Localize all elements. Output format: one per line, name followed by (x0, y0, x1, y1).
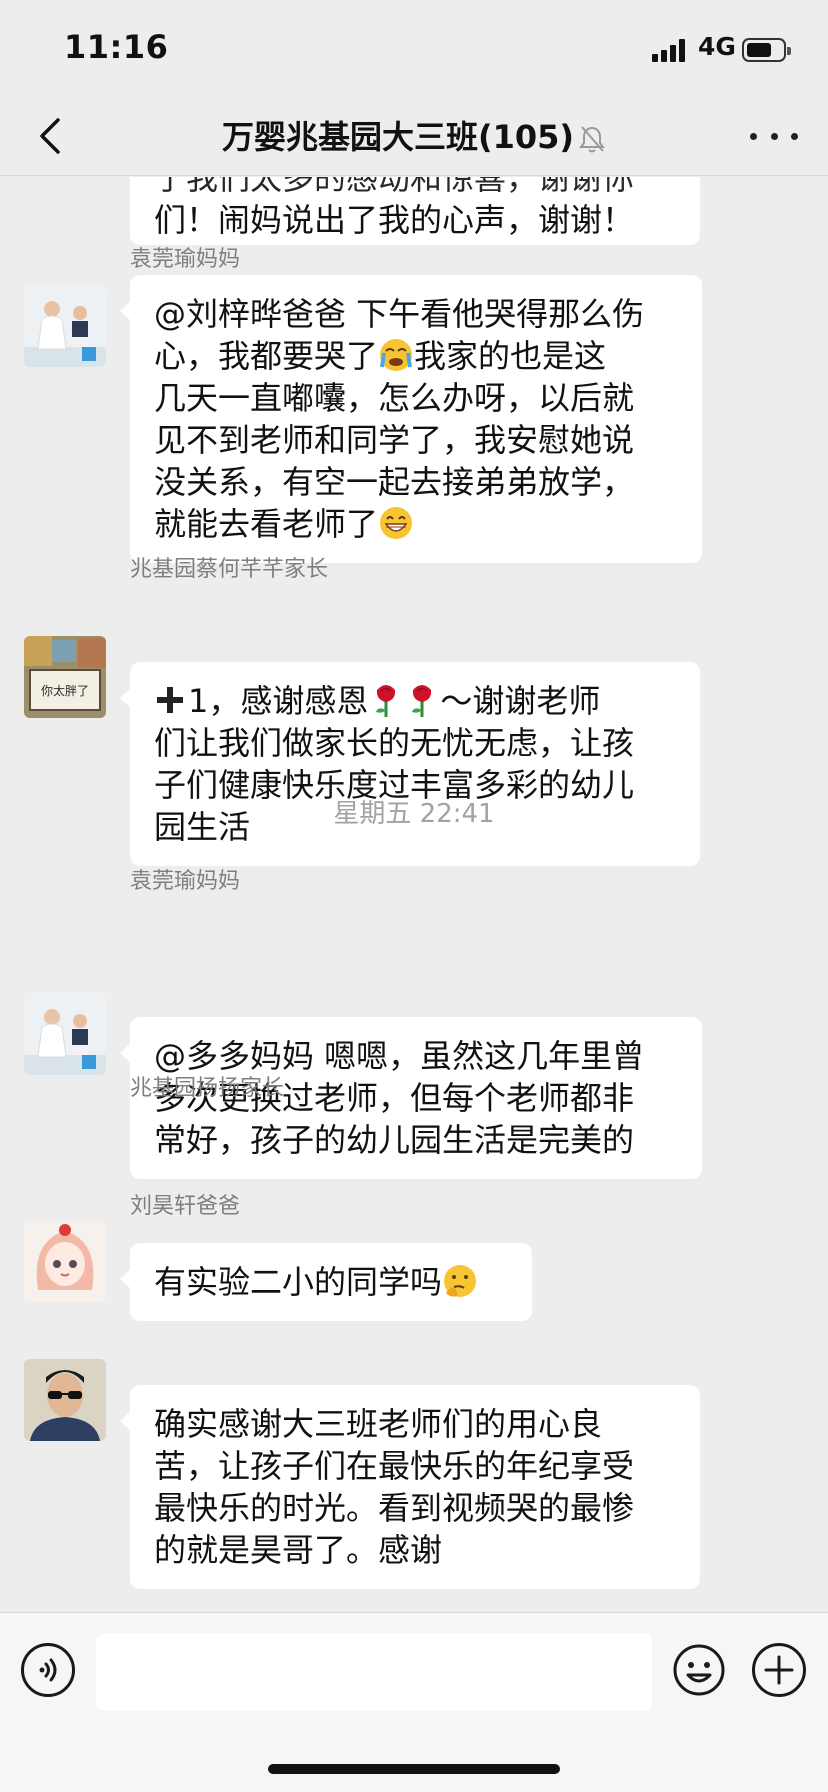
message-bubble[interactable]: @刘梓晔爸爸 下午看他哭得那么伤 心，我都要哭了 我家的也是这 几天一直嘟囔，怎么… (120, 275, 702, 563)
avatar[interactable] (24, 993, 106, 1075)
message-line-with-emoji: 心，我都要哭了 我家的也是这 (154, 335, 678, 377)
avatar-cartoon-girl (24, 1220, 106, 1302)
sender-name: 袁莞瑜妈妈 (130, 869, 241, 894)
avatar[interactable] (24, 285, 106, 367)
bell-muted-icon (579, 126, 606, 153)
message-bubble[interactable]: 了我们太多的感动和惊喜，谢谢你 们！闹妈说出了我的心声，谢谢！ (130, 177, 700, 245)
rose-icon (412, 685, 432, 717)
chat-title: 万婴兆基园大三班(105) (0, 112, 828, 158)
more-dots-icon (750, 132, 757, 140)
voice-icon (39, 1658, 57, 1682)
emoji-icon (673, 1644, 725, 1696)
message-line: 们！闹妈说出了我的心声，谢谢！ (154, 201, 635, 239)
message-line: 几天一直嘟囔，怎么办呀，以后就 (154, 379, 635, 417)
message-text: 有实验二小的同学吗 (154, 1263, 443, 1301)
chat-area[interactable]: 了我们太多的感动和惊喜，谢谢你 们！闹妈说出了我的心声，谢谢！ 袁莞瑜妈妈 @刘… (0, 177, 828, 1612)
rose-icon (376, 685, 396, 717)
emoji-button[interactable] (672, 1643, 726, 1697)
avatar[interactable] (24, 1359, 106, 1441)
status-bar: 11:16 4G (0, 0, 828, 96)
message-line: 苦，让孩子们在最快乐的年纪享受 (154, 1447, 635, 1485)
message-line-partial: 了我们太多的感动和惊喜，谢谢你 (154, 177, 635, 197)
sender-name: 刘昊轩爸爸 (130, 1194, 241, 1219)
nav-bar: 万婴兆基园大三班(105) (0, 96, 828, 176)
avatar[interactable] (24, 1220, 106, 1302)
avatar-photo-sign: 你太胖了 (24, 636, 106, 718)
message-line: 最快乐的时光。看到视频哭的最惨 (154, 1489, 635, 1527)
message-line: 们让我们做家长的无忧无虑，让孩 (154, 724, 635, 762)
message-line: 没关系，有空一起去接弟弟放学， (154, 463, 635, 501)
home-indicator[interactable] (268, 1764, 560, 1774)
avatar-photo-man (24, 1359, 106, 1441)
more-dot (770, 132, 778, 140)
avatar-photo-kids (24, 285, 106, 367)
status-time: 11:16 (64, 28, 169, 66)
message-line: 常好，孩子的幼儿园生活是完美的 (154, 1121, 635, 1159)
message-input[interactable] (96, 1633, 652, 1711)
message-line-with-emoji: 就能去看老师了 (154, 503, 678, 545)
message-text: ～谢谢老师 (440, 682, 601, 720)
add-button[interactable] (752, 1643, 806, 1697)
thinking-face-icon (444, 1265, 477, 1297)
plus-circle-icon (764, 1655, 794, 1685)
message-line-with-emoji: 有实验二小的同学吗 (154, 1261, 508, 1303)
chat-title-text: 万婴兆基园大三班(105) (221, 118, 575, 156)
message-line: 确实感谢大三班老师们的用心良 (154, 1405, 603, 1443)
message-text: 1，感谢感恩 (188, 682, 369, 720)
more-dot (791, 132, 798, 140)
message-text: 心，我都要哭了 (154, 337, 379, 375)
message-bubble[interactable]: 1，感谢感恩 ～谢谢老师 们让我们做家长的无忧无虑，让孩 子们健康快乐度过丰富多彩… (120, 662, 700, 866)
sender-name: 袁莞瑜妈妈 (130, 247, 241, 272)
message-bubble[interactable]: 有实验二小的同学吗 (120, 1243, 532, 1321)
sender-name: 兆基园扬扬家长 (130, 1076, 285, 1101)
sender-name: 兆基园蔡何芊芊家长 (130, 557, 329, 582)
network-type: 4G (698, 32, 736, 61)
message-line: 见不到老师和同学了，我安慰她说 (154, 421, 635, 459)
grinning-face-icon (380, 507, 413, 539)
message-line: @刘梓晔爸爸 下午看他哭得那么伤 (154, 295, 645, 333)
message-line: 的就是昊哥了。感谢 (154, 1531, 443, 1569)
crying-face-icon (380, 339, 413, 371)
more-button[interactable] (750, 118, 798, 154)
message-text: 就能去看老师了 (154, 505, 379, 543)
message-text: 我家的也是这 (414, 337, 607, 375)
avatar-photo-kids (24, 993, 106, 1075)
signal-icon (652, 38, 690, 62)
heavy-plus-icon (157, 687, 183, 713)
message-bubble[interactable]: 确实感谢大三班老师们的用心良 苦，让孩子们在最快乐的年纪享受 最快乐的时光。看到… (120, 1385, 700, 1589)
avatar-sign-text: 你太胖了 (41, 683, 89, 698)
avatar[interactable]: 你太胖了 (24, 636, 106, 718)
battery-icon (742, 38, 791, 62)
message-line-with-emoji: 1，感谢感恩 ～谢谢老师 (154, 680, 676, 722)
voice-button[interactable] (21, 1643, 75, 1697)
timestamp-divider: 星期五 22:41 (333, 799, 495, 829)
